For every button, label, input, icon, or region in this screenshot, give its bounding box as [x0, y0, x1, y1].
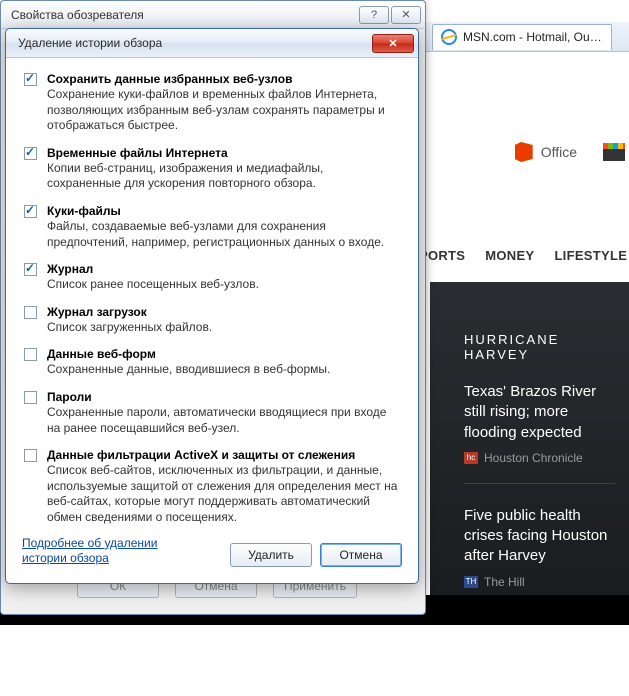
news-title: Five public health crises facing Houston… [464, 506, 615, 567]
news-item[interactable]: Five public health crises facing Houston… [464, 506, 615, 608]
option-title: Данные веб-форм [47, 347, 400, 361]
news-title: Texas' Brazos River still rising; more f… [464, 382, 615, 443]
news-item[interactable]: Texas' Brazos River still rising; more f… [464, 382, 615, 484]
option-desc: Файлы, создаваемые веб-узлами для сохран… [47, 219, 400, 250]
option-title: Временные файлы Интернета [47, 146, 400, 160]
tab-title: MSN.com - Hotmail, Outlo... [463, 30, 603, 44]
office-link[interactable]: Office [515, 142, 577, 162]
option-passwords: Пароли Сохраненные пароли, автоматически… [24, 390, 400, 436]
option-preserve-favorites: Сохранить данные избранных веб-узлов Сох… [24, 72, 400, 134]
nav-money[interactable]: MONEY [485, 248, 534, 263]
msn-header-icons: Office [515, 142, 625, 162]
news-title: Help support the American Red Cross [464, 630, 615, 671]
option-desc: Список ранее посещенных веб-узлов. [47, 277, 400, 293]
option-title: Пароли [47, 390, 400, 404]
store-icon[interactable] [603, 143, 625, 161]
checkbox-cookies[interactable] [24, 205, 37, 218]
office-icon [515, 142, 533, 162]
nav-lifestyle[interactable]: LIFESTYLE [554, 248, 627, 263]
checkbox-preserve-favorites[interactable] [24, 73, 37, 86]
option-desc: Сохраненные данные, вводившиеся в веб-фо… [47, 362, 400, 378]
checkbox-form-data[interactable] [24, 348, 37, 361]
option-desc: Сохраненные пароли, автоматически вводящ… [47, 405, 400, 436]
help-button[interactable]: ? [359, 6, 389, 24]
checkbox-history[interactable] [24, 263, 37, 276]
delete-history-title: Удаление истории обзора [18, 36, 162, 50]
delete-history-body: Сохранить данные избранных веб-узлов Сох… [6, 58, 418, 526]
option-title: Журнал загрузок [47, 305, 400, 319]
option-desc: Копии веб-страниц, изображения и медиафа… [47, 161, 400, 192]
internet-options-titlebar[interactable]: Свойства обозревателя ? ✕ [1, 1, 425, 29]
checkbox-passwords[interactable] [24, 391, 37, 404]
option-title: Куки-файлы [47, 204, 400, 218]
ie-icon [441, 29, 457, 45]
news-source: hc Houston Chronicle [464, 451, 615, 465]
option-title: Журнал [47, 262, 400, 276]
news-item[interactable]: Help support the American Red Cross [464, 630, 615, 696]
delete-history-titlebar[interactable]: Удаление истории обзора ✕ [6, 29, 418, 58]
checkbox-download-history[interactable] [24, 306, 37, 319]
msn-news-panel: HURRICANE HARVEY Texas' Brazos River sti… [430, 282, 629, 595]
delete-history-dialog: Удаление истории обзора ✕ Сохранить данн… [5, 28, 419, 584]
browser-tab[interactable]: MSN.com - Hotmail, Outlo... [432, 24, 612, 50]
option-desc: Список веб-сайтов, исключенных из фильтр… [47, 463, 400, 525]
checkbox-temp-internet-files[interactable] [24, 147, 37, 160]
checkbox-activex-tracking[interactable] [24, 449, 37, 462]
option-desc: Сохранение куки-файлов и временных файло… [47, 87, 400, 134]
msn-nav: SPORTS MONEY LIFESTYLE [410, 248, 627, 263]
option-title: Сохранить данные избранных веб-узлов [47, 72, 400, 86]
source-badge-icon: TH [464, 576, 478, 588]
news-source: TH The Hill [464, 575, 615, 589]
option-desc: Список загруженных файлов. [47, 320, 400, 336]
option-cookies: Куки-файлы Файлы, создаваемые веб-узлами… [24, 204, 400, 250]
learn-more-link[interactable]: Подробнее об удалении истории обзора [22, 536, 172, 567]
internet-options-title: Свойства обозревателя [11, 8, 144, 22]
close-button[interactable]: ✕ [372, 34, 414, 53]
option-temp-internet-files: Временные файлы Интернета Копии веб-стра… [24, 146, 400, 192]
option-activex-tracking: Данные фильтрации ActiveX и защиты от сл… [24, 448, 400, 525]
option-title: Данные фильтрации ActiveX и защиты от сл… [47, 448, 400, 462]
option-download-history: Журнал загрузок Список загруженных файло… [24, 305, 400, 336]
delete-button[interactable]: Удалить [230, 543, 312, 567]
option-form-data: Данные веб-форм Сохраненные данные, ввод… [24, 347, 400, 378]
office-label: Office [541, 144, 577, 160]
close-button[interactable]: ✕ [391, 6, 421, 24]
option-history: Журнал Список ранее посещенных веб-узлов… [24, 262, 400, 293]
news-section-title: HURRICANE HARVEY [464, 332, 615, 362]
delete-history-footer: Подробнее об удалении истории обзора Уда… [6, 526, 418, 583]
source-badge-icon: hc [464, 452, 478, 464]
cancel-button[interactable]: Отмена [320, 543, 402, 567]
